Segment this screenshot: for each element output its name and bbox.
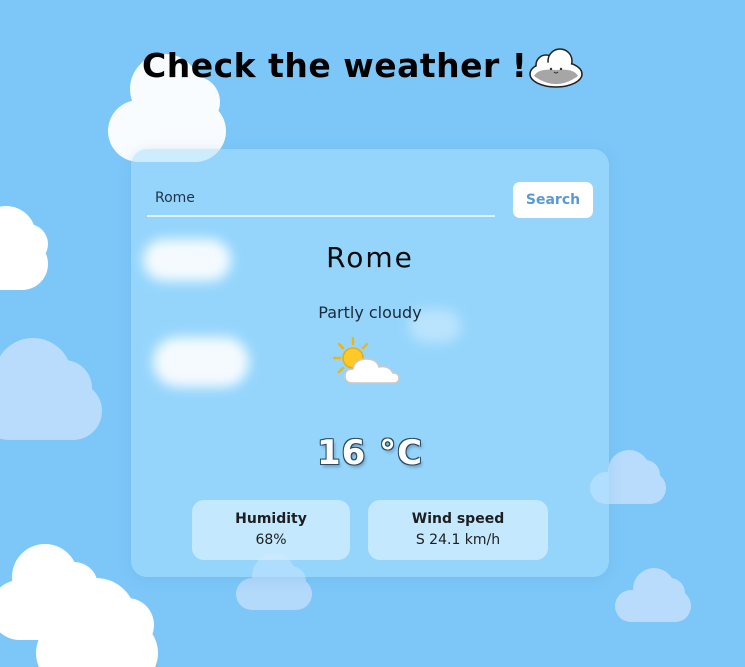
- background-cloud-icon: [36, 578, 158, 667]
- page-title: Check the weather !: [142, 46, 528, 85]
- wind-speed-value: S 24.1 km/h: [415, 532, 501, 548]
- background-cloud-icon: [0, 338, 102, 440]
- humidity-panel: Humidity 68%: [192, 500, 350, 560]
- weather-card: Search Rome Partly cloudy 16 °C Humidity…: [131, 149, 609, 577]
- wind-speed-label: Wind speed: [411, 511, 505, 527]
- weather-condition: Partly cloudy: [318, 303, 422, 322]
- cloud-mascot-icon: [529, 48, 583, 88]
- search-row: Search: [147, 181, 597, 219]
- humidity-label: Humidity: [235, 511, 307, 527]
- background-cloud-icon: [236, 554, 312, 610]
- city-search-input[interactable]: [147, 181, 495, 217]
- humidity-value: 68%: [255, 532, 287, 548]
- background-cloud-icon: [615, 568, 691, 622]
- temperature-display: 16 °C: [316, 433, 424, 473]
- partly-cloudy-icon: [332, 336, 400, 384]
- card-cloud-icon: [153, 337, 249, 387]
- wind-speed-panel: Wind speed S 24.1 km/h: [368, 500, 548, 560]
- search-button[interactable]: Search: [513, 182, 593, 218]
- city-name: Rome: [326, 241, 414, 274]
- background-cloud-icon: [0, 206, 48, 290]
